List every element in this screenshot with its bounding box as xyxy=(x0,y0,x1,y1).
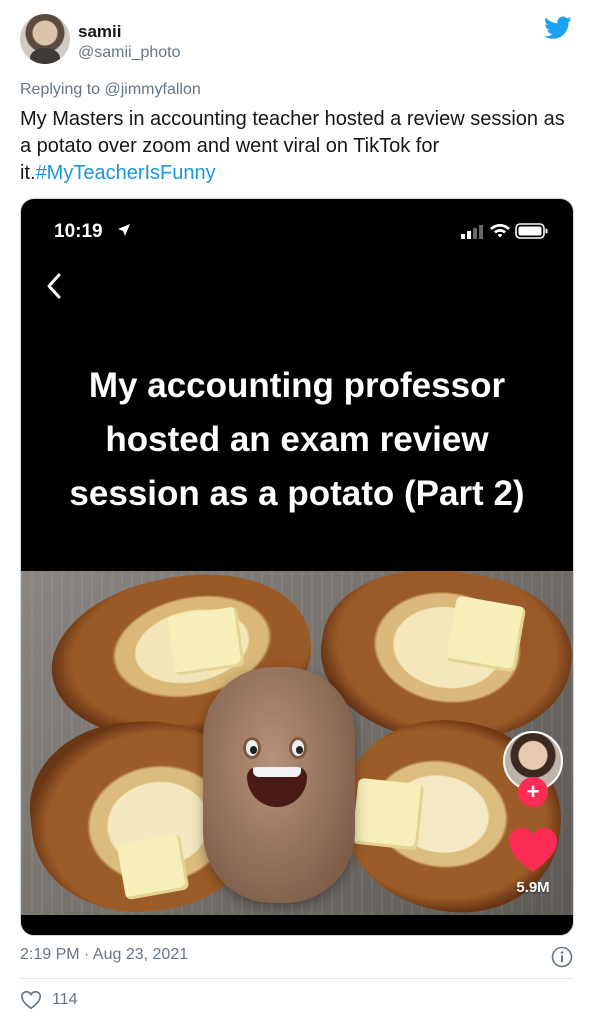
like-count: 114 xyxy=(52,991,78,1008)
video-caption: My accounting professor hosted an exam r… xyxy=(21,359,573,521)
reply-prefix: Replying to xyxy=(20,81,101,98)
potato-mouth xyxy=(247,767,307,807)
display-name[interactable]: samii xyxy=(78,22,121,42)
butter-pat xyxy=(351,777,425,851)
tweet-media[interactable]: 10:19 My accounting professor hosted an … xyxy=(20,198,574,936)
potato-eye xyxy=(243,737,261,759)
handle[interactable]: @samii_photo xyxy=(78,44,181,62)
follow-button[interactable]: + xyxy=(518,777,548,807)
tweet-header: samii @samii_photo xyxy=(20,14,576,70)
wifi-icon xyxy=(490,224,510,238)
butter-pat xyxy=(116,833,190,901)
video-frame[interactable]: + 5.9M xyxy=(21,571,573,915)
battery-icon xyxy=(515,223,548,239)
tweet-timestamp[interactable]: 2:19 PM · Aug 23, 2021 xyxy=(20,946,188,964)
butter-pat xyxy=(167,606,245,676)
caption-line: hosted an exam review xyxy=(105,420,489,459)
status-time: 10:19 xyxy=(54,221,103,242)
divider xyxy=(20,978,574,979)
like-heart-outline-icon[interactable] xyxy=(20,989,42,1011)
phone-status-bar: 10:19 xyxy=(21,199,573,261)
video-like-count: 5.9M xyxy=(516,879,550,896)
avatar[interactable] xyxy=(20,14,70,64)
info-icon[interactable] xyxy=(551,946,573,968)
potato-eye xyxy=(289,737,307,759)
like-action[interactable]: 114 xyxy=(20,988,78,1012)
location-arrow-icon xyxy=(118,224,130,236)
reply-mention[interactable]: @jimmyfallon xyxy=(105,81,201,98)
heart-icon[interactable] xyxy=(507,826,559,874)
tweet-text: My Masters in accounting teacher hosted … xyxy=(20,106,576,187)
back-chevron-icon[interactable] xyxy=(43,271,67,301)
hashtag-link[interactable]: #MyTeacherIsFunny xyxy=(36,162,216,184)
reply-context: Replying to @jimmyfallon xyxy=(20,81,201,99)
signal-icon xyxy=(461,225,483,239)
caption-line: My accounting professor xyxy=(88,366,506,405)
twitter-bird-icon[interactable] xyxy=(544,16,572,40)
caption-line: session as a potato (Part 2) xyxy=(69,474,525,513)
butter-pat xyxy=(445,595,527,673)
potato-face-filter xyxy=(203,667,355,903)
